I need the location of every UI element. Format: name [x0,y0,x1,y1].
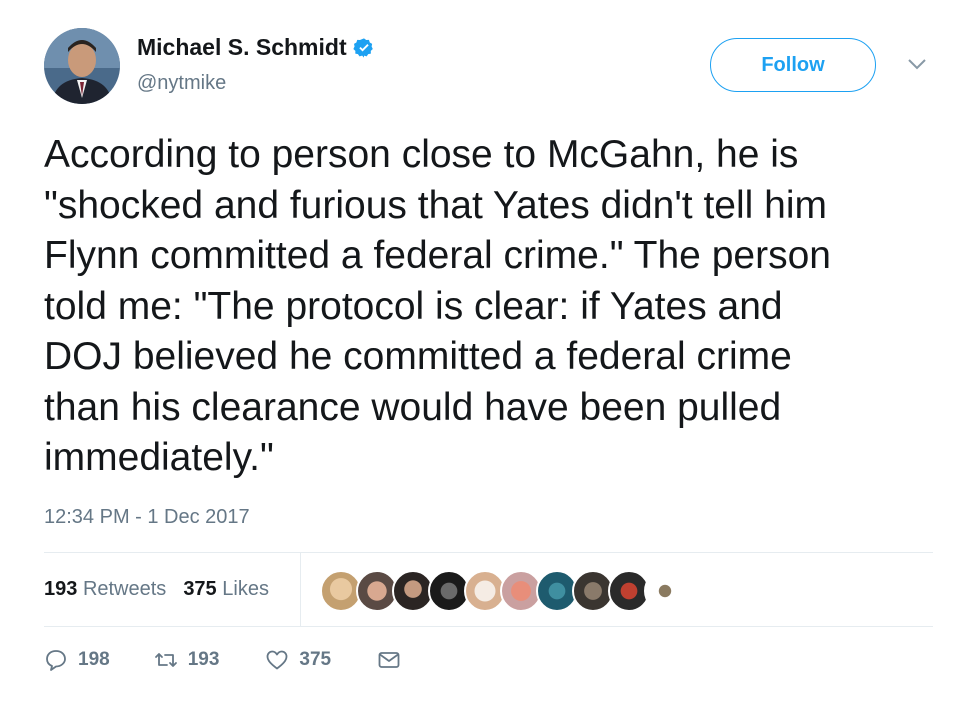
retweet-button[interactable]: 193 [154,648,220,672]
chevron-down-icon[interactable] [906,56,928,72]
heart-icon [267,650,288,670]
retweets-label: Retweets [82,577,167,600]
liker-avatars [320,570,686,612]
author-name-row[interactable]: Michael S. Schmidt [137,34,375,61]
reply-button[interactable]: 198 [44,648,110,672]
divider [44,626,933,627]
author-avatar[interactable] [44,28,120,104]
likes-count: 375 [183,577,217,600]
likes-stat[interactable]: 375 Likes [183,578,269,601]
envelope-icon [378,652,400,668]
likes-label: Likes [222,577,269,600]
retweets-stat[interactable]: 193 Retweets [44,578,166,601]
like-count: 375 [299,649,332,670]
stats-divider [300,552,301,626]
like-button[interactable]: 375 [265,648,331,672]
author-handle[interactable]: @nytmike [137,72,226,95]
author-display-name[interactable]: Michael S. Schmidt [137,34,347,61]
retweet-icon [154,653,177,667]
tweet-actions: 198 193 375 [44,648,401,672]
retweets-count: 193 [44,577,78,600]
liker-avatar[interactable] [644,570,686,612]
verified-badge-icon [352,37,373,58]
reply-count: 198 [78,649,110,670]
direct-message-button[interactable] [377,648,401,672]
tweet-text: According to person close to McGahn, he … [44,133,831,479]
tweet-timestamp[interactable]: 12:34 PM - 1 Dec 2017 [44,506,250,529]
reply-icon [46,650,66,671]
follow-button[interactable]: Follow [710,38,876,92]
retweet-count: 193 [187,649,220,670]
